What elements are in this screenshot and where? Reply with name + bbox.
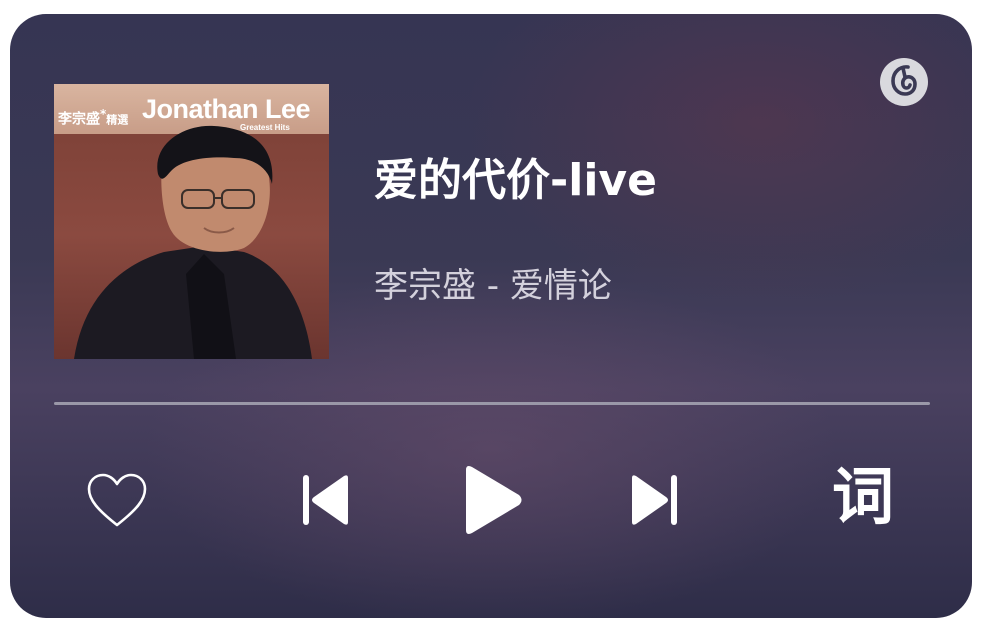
progress-bar[interactable]: [54, 402, 930, 405]
music-widget-card: 李宗盛*精選 Jonathan Lee Greatest Hits 爱的代价-l…: [10, 14, 972, 618]
play-icon[interactable]: [462, 464, 524, 536]
netease-music-logo-icon[interactable]: [878, 56, 930, 108]
heart-outline-icon[interactable]: [86, 472, 148, 530]
cover-artist-en: Jonathan Lee: [142, 94, 311, 124]
album-cover[interactable]: 李宗盛*精選 Jonathan Lee Greatest Hits: [54, 84, 329, 359]
skip-previous-icon[interactable]: [302, 474, 350, 526]
lyrics-button[interactable]: 词: [832, 466, 894, 528]
skip-next-icon[interactable]: [630, 474, 678, 526]
artist-portrait: [74, 125, 312, 359]
artist-album[interactable]: 李宗盛 - 爱情论: [374, 258, 612, 307]
song-title: 爱的代价-live: [374, 155, 657, 206]
